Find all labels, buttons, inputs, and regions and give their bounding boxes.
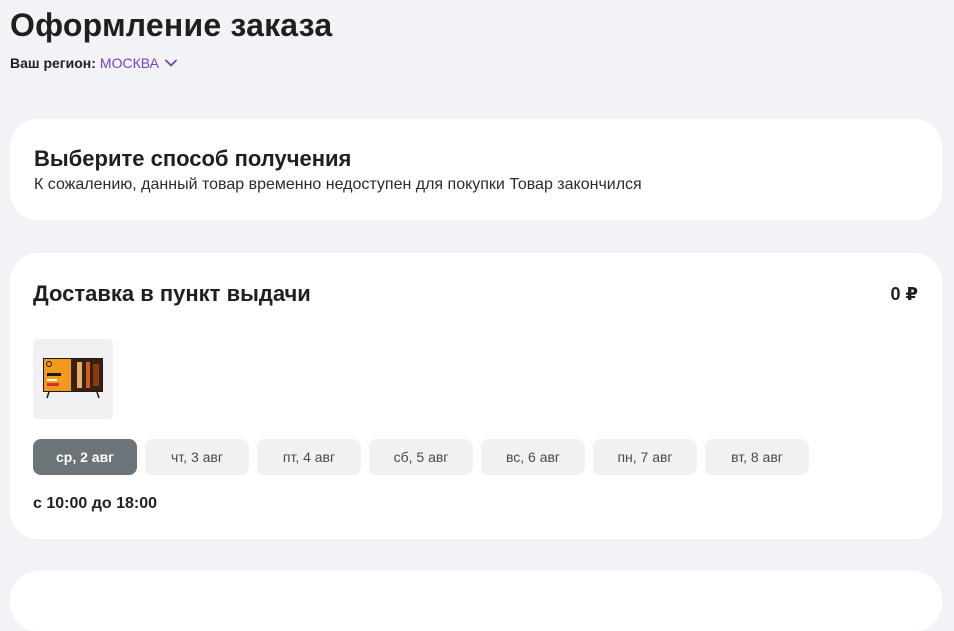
date-chip[interactable]: пн, 7 авг [593,439,697,475]
region-value: МОСКВА [99,55,159,71]
date-chip[interactable]: чт, 3 авг [145,439,249,475]
date-chip[interactable]: сб, 5 авг [369,439,473,475]
unavailable-message: К сожалению, данный товар временно недос… [34,176,642,193]
delivery-price: 0 ₽ [890,284,918,304]
date-chip[interactable]: ср, 2 авг [33,439,137,475]
chevron-down-icon [165,59,177,67]
region-selector: Ваш регион: МОСКВА [10,55,177,71]
pickup-method-title: Выберите способ получения [34,146,352,171]
delivery-time-window: с 10:00 до 18:00 [33,495,158,512]
delivery-date-selector: ср, 2 авг чт, 3 авг пт, 4 авг сб, 5 авг … [33,439,809,475]
product-thumbnail[interactable] [33,339,113,419]
date-chip[interactable]: вс, 6 авг [481,439,585,475]
pickup-method-card: Выберите способ получения К сожалению, д… [10,119,942,220]
delivery-card: Доставка в пункт выдачи 0 ₽ ср, 2 авг чт… [10,253,942,539]
date-chip[interactable]: вт, 8 авг [705,439,809,475]
region-dropdown[interactable]: МОСКВА [100,55,177,71]
page-title: Оформление заказа [10,7,333,43]
delivery-title: Доставка в пункт выдачи [33,281,311,306]
tv-product-image [43,358,103,399]
next-section-card [10,571,942,631]
date-chip[interactable]: пт, 4 авг [257,439,361,475]
region-label: Ваш регион: [10,55,96,71]
